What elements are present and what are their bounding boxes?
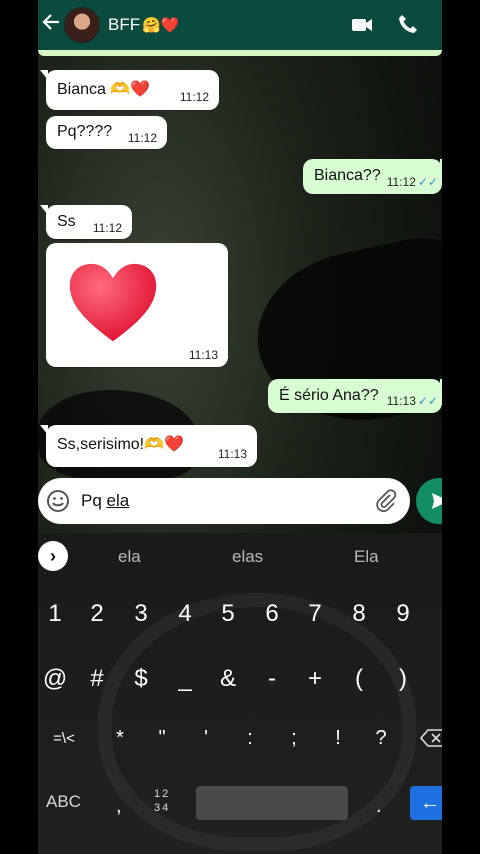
attach-icon[interactable] [374, 489, 398, 513]
key-quote[interactable]: " [142, 727, 182, 750]
message-time: 11:12 [386, 175, 416, 189]
red-heart-icon [69, 263, 157, 342]
key-4[interactable]: 4 [165, 600, 205, 628]
key-comma[interactable]: , [116, 795, 122, 818]
key-semicolon[interactable]: ; [274, 727, 314, 750]
key-asterisk[interactable]: * [100, 727, 140, 750]
avatar[interactable] [64, 7, 100, 43]
contact-name: BFF [108, 15, 141, 34]
suggestion[interactable]: ela [118, 547, 141, 567]
message-time: 11:13 [217, 447, 247, 461]
number-pad-key[interactable]: 12 34 [154, 787, 170, 815]
bubble-tail [440, 379, 442, 389]
key-9[interactable]: 9 [383, 600, 423, 628]
key-close-paren[interactable]: ) [383, 665, 423, 693]
input-text-prefix: Pq [81, 491, 107, 510]
message-out[interactable]: É sério Ana?? 11:13 ✓✓ [268, 379, 442, 413]
suggestion-bar: › ela elas Ela [38, 533, 442, 577]
message-input[interactable]: Pq ela [38, 478, 410, 524]
bubble-tail [40, 70, 48, 80]
message-in[interactable]: Ss 11:12 [40, 205, 132, 239]
key-2[interactable]: 2 [77, 600, 117, 628]
message-text: Pq???? [57, 123, 113, 140]
message-in[interactable]: Pq???? 11:12 [46, 116, 167, 149]
number-pad-label-bottom: 34 [154, 802, 171, 814]
key-8[interactable]: 8 [339, 600, 379, 628]
key-5[interactable]: 5 [208, 600, 248, 628]
phone-icon[interactable] [396, 13, 420, 37]
message-time: 11:13 [386, 394, 416, 408]
read-ticks-icon: ✓✓ [417, 394, 438, 408]
message-text: É sério Ana?? [279, 387, 379, 404]
bubble-tail [440, 159, 442, 169]
message-time: 11:12 [127, 131, 157, 145]
chevron-right-icon[interactable]: › [38, 541, 68, 571]
message-in[interactable]: Ss,serisimo!🫶❤️ 11:13 [40, 425, 257, 467]
backspace-icon[interactable] [420, 729, 442, 747]
message-text: Ss [57, 213, 76, 230]
key-7[interactable]: 7 [295, 600, 335, 628]
keyboard: › ela elas Ela 1 2 3 4 5 6 7 8 9 @ # $ _… [38, 533, 442, 854]
message-in[interactable]: Bianca 🫶❤️ 11:12 [40, 70, 219, 110]
number-pad-label-top: 12 [154, 788, 171, 800]
key-question[interactable]: ? [361, 727, 401, 750]
input-current-word: ela [106, 491, 130, 510]
key-hash[interactable]: # [77, 665, 117, 693]
key-minus[interactable]: - [252, 665, 292, 693]
send-button[interactable] [416, 478, 442, 524]
suggestion[interactable]: Ela [354, 547, 379, 567]
message-time: 11:12 [92, 221, 122, 235]
key-plus[interactable]: + [295, 665, 335, 693]
read-ticks-icon: ✓✓ [417, 175, 438, 189]
header-divider [38, 50, 442, 56]
contact-name-emoji: 🤗❤️ [142, 17, 180, 34]
message-text: Bianca 🫶❤️ [57, 81, 151, 98]
emoji-icon[interactable] [46, 489, 70, 513]
key-more-symbols[interactable]: =\< [44, 730, 84, 747]
space-bar[interactable] [196, 786, 348, 820]
bubble-tail [40, 425, 48, 435]
send-icon [432, 493, 442, 509]
key-1[interactable]: 1 [38, 600, 75, 628]
back-arrow-icon[interactable] [40, 12, 62, 38]
enter-key[interactable]: ← [410, 786, 442, 820]
message-in-sticker[interactable]: 11:13 [46, 243, 228, 367]
message-time: 11:13 [188, 348, 218, 362]
key-colon[interactable]: : [230, 727, 270, 750]
contact-title[interactable]: BFF 🤗❤️ [108, 15, 350, 35]
message-text: Bianca?? [314, 167, 381, 184]
suggestion[interactable]: elas [232, 547, 263, 567]
key-open-paren[interactable]: ( [339, 665, 379, 693]
key-at[interactable]: @ [38, 665, 75, 693]
key-underscore[interactable]: _ [165, 665, 205, 693]
key-apostrophe[interactable]: ' [186, 727, 226, 750]
message-time: 11:12 [179, 90, 209, 104]
video-call-icon[interactable] [350, 13, 374, 37]
chat-header: BFF 🤗❤️ [38, 0, 442, 50]
key-period[interactable]: . [376, 795, 382, 818]
message-meta: 11:12 ✓✓ [387, 175, 438, 189]
bubble-tail [40, 205, 48, 215]
message-text: Ss,serisimo!🫶❤️ [57, 436, 184, 453]
chat-screen: BFF 🤗❤️ Bianca 🫶❤️ 11:12 Pq???? 11:12 Bi… [38, 0, 442, 854]
key-ampersand[interactable]: & [208, 665, 248, 693]
key-exclamation[interactable]: ! [318, 727, 358, 750]
abc-key[interactable]: ABC [46, 792, 81, 812]
message-meta: 11:13 ✓✓ [387, 394, 438, 408]
key-6[interactable]: 6 [252, 600, 292, 628]
input-text[interactable]: Pq ela [81, 491, 129, 511]
key-3[interactable]: 3 [121, 600, 161, 628]
key-dollar[interactable]: $ [121, 665, 161, 693]
message-out[interactable]: Bianca?? 11:12 ✓✓ [303, 159, 442, 194]
